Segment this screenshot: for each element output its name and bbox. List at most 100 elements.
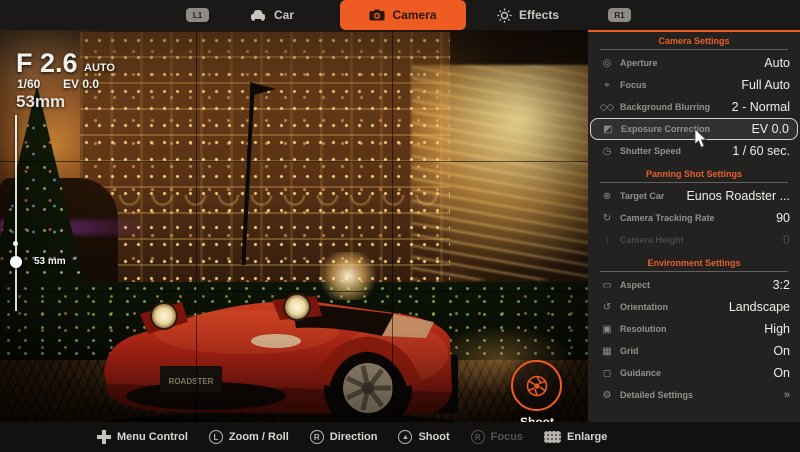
shutter-speed-icon: ◷ [599, 146, 614, 157]
hint-label: Zoom / Roll [229, 431, 289, 443]
setting-row-target-car[interactable]: ⊕ Target Car Eunos Roadster ... [590, 185, 798, 207]
setting-row-aperture[interactable]: ◎ Aperture Auto [590, 52, 798, 74]
setting-label: Aperture [620, 58, 764, 68]
setting-row-grid[interactable]: ▦ Grid On [590, 340, 798, 362]
background-blurring-icon: ◇◇ [599, 102, 614, 113]
setting-value: 90 [776, 211, 790, 225]
setting-row-background-blurring[interactable]: ◇◇ Background Blurring 2 - Normal [590, 96, 798, 118]
grid-icon: ▦ [599, 346, 614, 357]
setting-value: On [773, 344, 790, 358]
focus-icon: ⌖ [599, 80, 614, 91]
target-car-icon: ⊕ [599, 191, 614, 202]
setting-value: 2 - Normal [732, 100, 790, 114]
setting-row-camera-tracking-rate[interactable]: ↻ Camera Tracking Rate 90 [590, 207, 798, 229]
setting-label: Orientation [620, 302, 729, 312]
shoot-button-label: Shoot [505, 415, 569, 422]
section-title: Panning Shot Settings [588, 167, 800, 181]
mouse-cursor [694, 129, 708, 149]
orientation-icon: ↺ [599, 302, 614, 313]
setting-label: Shutter Speed [620, 146, 732, 156]
hint-label: Focus [491, 431, 523, 443]
chevron-right-icon: » [784, 389, 790, 401]
setting-value: 3:2 [773, 278, 790, 292]
tab-car[interactable]: Car [249, 0, 294, 30]
camera-height-icon: ↕ [599, 235, 614, 246]
setting-value: High [764, 322, 790, 336]
setting-label: Exposure Correction [621, 124, 751, 134]
l1-shoulder-hint: L1 [186, 8, 209, 22]
shoot-button[interactable] [511, 360, 562, 411]
sun-icon [497, 8, 512, 23]
setting-label: Resolution [620, 324, 764, 334]
dpad-icon [97, 430, 111, 444]
section-rule [600, 271, 788, 272]
section-rule [600, 182, 788, 183]
touchpad-icon [544, 431, 561, 443]
hint-focus: R Focus [471, 430, 523, 444]
left-stick-icon: L [209, 430, 223, 444]
section-rule [600, 49, 788, 50]
speech-bubble-icon: ◻ [599, 368, 614, 379]
tab-effects-label: Effects [519, 8, 559, 22]
right-stick-icon: R [310, 430, 324, 444]
camera-viewport[interactable]: ROADSTER F 2.6 AUTO 1/60 EV 0.0 53mm 53 … [0, 30, 588, 422]
camera-tracking-icon: ↻ [599, 213, 614, 224]
resolution-icon: ▣ [599, 324, 614, 335]
gear-icon: ⚙ [599, 390, 614, 401]
aspect-icon: ▭ [599, 280, 614, 291]
setting-label: Focus [620, 80, 741, 90]
tab-camera[interactable]: Camera [340, 0, 466, 30]
tab-car-label: Car [274, 8, 294, 22]
controller-hint-bar: Menu Control L Zoom / Roll R Direction ▲… [0, 422, 800, 452]
setting-label: Aspect [620, 280, 773, 290]
setting-value: Landscape [729, 300, 790, 314]
setting-row-resolution[interactable]: ▣ Resolution High [590, 318, 798, 340]
zoom-slider-thumb[interactable] [10, 256, 22, 268]
aperture-readout: F 2.6 [16, 48, 78, 79]
section-environment-settings: Environment Settings ▭ Aspect 3:2 ↺ Orie… [588, 256, 800, 406]
section-title: Environment Settings [588, 256, 800, 270]
zoom-slider-label: 53 mm [34, 256, 66, 267]
hint-shoot: ▲ Shoot [398, 430, 449, 444]
setting-row-aspect[interactable]: ▭ Aspect 3:2 [590, 274, 798, 296]
zoom-slider-track[interactable] [15, 115, 17, 311]
gt-photo-mode-screen: L1 Car Camera [0, 0, 800, 452]
tab-effects[interactable]: Effects [497, 0, 559, 30]
setting-value: On [773, 366, 790, 380]
section-panning-shot-settings: Panning Shot Settings ⊕ Target Car Eunos… [588, 167, 800, 251]
camera-icon [369, 9, 385, 21]
section-title: Camera Settings [588, 34, 800, 48]
setting-value: Auto [764, 56, 790, 70]
setting-label: Camera Height [620, 235, 783, 245]
setting-row-focus[interactable]: ⌖ Focus Full Auto [590, 74, 798, 96]
setting-label: Guidance [620, 368, 773, 378]
setting-value: Eunos Roadster ... [686, 189, 790, 203]
hint-label: Direction [330, 431, 378, 443]
exposure-correction-icon: ◩ [600, 124, 615, 135]
ev-readout: EV 0.0 [63, 77, 99, 91]
settings-panel: Camera Settings ◎ Aperture Auto ⌖ Focus … [588, 30, 800, 422]
aperture-shutter-icon [524, 373, 550, 399]
car-icon [249, 9, 267, 21]
shutter-readout: 1/60 [17, 77, 40, 91]
hint-enlarge: Enlarge [544, 431, 607, 443]
tab-camera-label: Camera [392, 8, 436, 22]
hint-menu-control: Menu Control [97, 430, 188, 444]
setting-value: 0 [783, 233, 790, 247]
r1-shoulder-hint: R1 [608, 8, 631, 22]
aperture-mode-readout: AUTO [84, 62, 115, 74]
zoom-slider-tick [13, 241, 18, 246]
setting-label: Detailed Settings [620, 390, 784, 400]
setting-label: Camera Tracking Rate [620, 213, 776, 223]
hint-label: Shoot [418, 431, 449, 443]
r3-button-icon: R [471, 430, 485, 444]
setting-row-camera-height: ↕ Camera Height 0 [590, 229, 798, 251]
hint-direction: R Direction [310, 430, 378, 444]
setting-row-guidance[interactable]: ◻ Guidance On [590, 362, 798, 384]
setting-row-detailed-settings[interactable]: ⚙ Detailed Settings » [590, 384, 798, 406]
setting-value: EV 0.0 [751, 122, 789, 136]
setting-value: Full Auto [741, 78, 790, 92]
setting-row-orientation[interactable]: ↺ Orientation Landscape [590, 296, 798, 318]
setting-label: Background Blurring [620, 102, 732, 112]
setting-label: Grid [620, 346, 773, 356]
